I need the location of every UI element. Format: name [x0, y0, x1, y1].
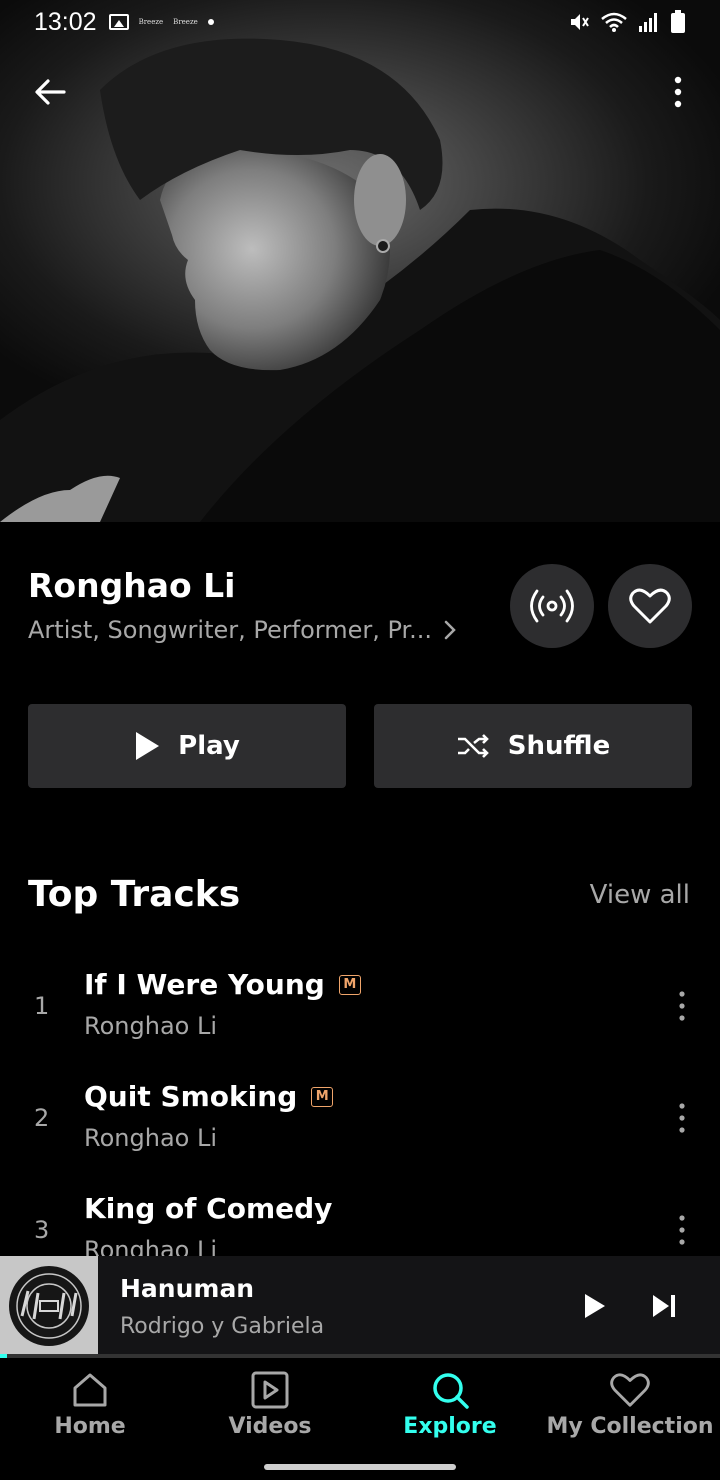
- track-row[interactable]: 1 If I Were Young M Ronghao Li: [0, 950, 720, 1062]
- battery-icon: [671, 10, 685, 33]
- now-playing-title: Hanuman: [120, 1274, 255, 1303]
- status-bar: 13:02 Breeze Breeze: [0, 0, 720, 44]
- play-icon: [136, 732, 160, 760]
- more-vertical-icon[interactable]: [670, 1212, 694, 1248]
- top-tracks-title: Top Tracks: [28, 874, 241, 915]
- artist-photo: [0, 38, 720, 522]
- nav-home-label: Home: [54, 1414, 126, 1439]
- breeze-icon: Breeze: [138, 18, 164, 26]
- nav-my-collection-label: My Collection: [546, 1414, 714, 1439]
- more-vertical-icon[interactable]: [670, 1100, 694, 1136]
- track-artist: Ronghao Li: [84, 1236, 217, 1256]
- album-art-image: [4, 1261, 94, 1351]
- artist-roles-link[interactable]: Artist, Songwriter, Performer, Pr...: [28, 616, 458, 644]
- nav-explore-label: Explore: [403, 1414, 497, 1439]
- view-all-link[interactable]: View all: [590, 880, 690, 910]
- home-icon: [73, 1373, 107, 1407]
- shuffle-button[interactable]: Shuffle: [374, 704, 692, 788]
- video-icon: [251, 1371, 289, 1409]
- track-title: Quit Smoking: [84, 1080, 298, 1113]
- search-icon: [433, 1373, 469, 1409]
- master-quality-badge: M: [338, 974, 361, 995]
- broadcast-icon: [530, 589, 574, 623]
- now-playing-artist: Rodrigo y Gabriela: [120, 1314, 325, 1339]
- heart-icon: [629, 588, 671, 624]
- nav-explore[interactable]: Explore: [360, 1358, 540, 1480]
- track-number: 3: [34, 1216, 50, 1244]
- track-title: King of Comedy: [84, 1192, 333, 1225]
- home-indicator[interactable]: [264, 1464, 456, 1470]
- more-vertical-icon[interactable]: [670, 988, 694, 1024]
- favorite-artist-button[interactable]: [608, 564, 692, 648]
- play-button[interactable]: Play: [28, 704, 346, 788]
- wifi-icon: [601, 12, 627, 32]
- track-number: 2: [34, 1104, 50, 1132]
- skip-next-icon[interactable]: [648, 1290, 680, 1322]
- more-vertical-icon[interactable]: [662, 72, 694, 112]
- nav-videos-label: Videos: [228, 1414, 312, 1439]
- play-icon[interactable]: [578, 1290, 610, 1322]
- nav-my-collection[interactable]: My Collection: [540, 1358, 720, 1480]
- nav-videos[interactable]: Videos: [180, 1358, 360, 1480]
- heart-icon: [610, 1373, 650, 1407]
- signal-icon: [639, 13, 657, 32]
- album-art: [0, 1256, 98, 1356]
- status-time: 13:02: [34, 7, 97, 36]
- track-artist: Ronghao Li: [84, 1124, 217, 1152]
- arrow-left-icon[interactable]: [30, 72, 70, 112]
- track-row[interactable]: 2 Quit Smoking M Ronghao Li: [0, 1062, 720, 1174]
- image-icon: [108, 14, 129, 30]
- master-quality-badge: M: [311, 1086, 334, 1107]
- play-label: Play: [178, 731, 240, 761]
- mute-icon: [571, 14, 589, 30]
- track-title: If I Were Young: [84, 968, 325, 1001]
- shuffle-label: Shuffle: [507, 731, 611, 761]
- track-row[interactable]: 3 King of Comedy Ronghao Li: [0, 1174, 720, 1256]
- artist-name: Ronghao Li: [28, 566, 236, 605]
- mini-player[interactable]: Hanuman Rodrigo y Gabriela: [0, 1256, 720, 1356]
- artist-hero-image: [0, 0, 720, 522]
- breeze-icon: Breeze: [173, 18, 198, 26]
- dot-icon: [207, 19, 214, 25]
- chevron-right-icon: [444, 620, 456, 640]
- artist-radio-button[interactable]: [510, 564, 594, 648]
- shuffle-icon: [457, 734, 489, 758]
- track-number: 1: [34, 992, 50, 1020]
- artist-roles-text: Artist, Songwriter, Performer, Pr...: [28, 616, 433, 644]
- track-artist: Ronghao Li: [84, 1012, 217, 1040]
- top-tracks-list: 1 If I Were Young M Ronghao Li 2 Quit Sm…: [0, 950, 720, 1256]
- nav-home[interactable]: Home: [0, 1358, 180, 1480]
- bottom-navigation: Home Videos Explore My Collection: [0, 1358, 720, 1480]
